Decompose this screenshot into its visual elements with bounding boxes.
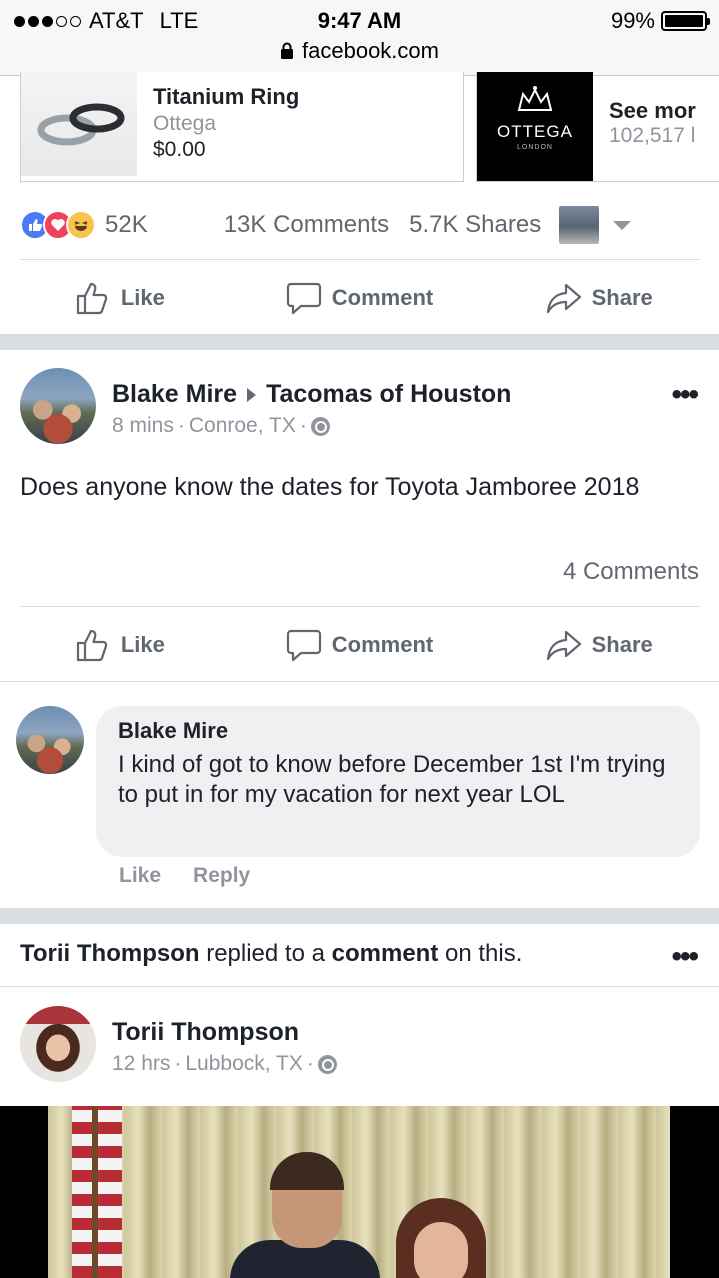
see-more-card[interactable]: OTTEGA LONDON See mor 102,517 l — [476, 72, 719, 182]
post2-meta: 12 hrs · Lubbock, TX · — [112, 1052, 337, 1076]
logo-brand-text: OTTEGA — [497, 122, 573, 141]
divider — [0, 986, 719, 987]
shares-count-link[interactable]: 5.7K Shares — [409, 211, 541, 239]
comment-bubble-icon — [286, 282, 321, 315]
post-author-name[interactable]: Blake Mire — [112, 380, 237, 409]
separator: · — [177, 414, 185, 437]
product-brand: Ottega — [153, 112, 217, 135]
lock-icon — [281, 42, 294, 59]
man-figure — [230, 1152, 380, 1278]
product-card[interactable]: Titanium Ring Ottega $0.00 — [20, 72, 464, 182]
comment-bubble: Blake Mire I kind of got to know before … — [96, 706, 700, 857]
commenter-avatar[interactable] — [16, 706, 84, 774]
battery-icon — [661, 11, 710, 31]
address-bar[interactable]: facebook.com — [0, 38, 719, 64]
product-carousel[interactable]: Titanium Ring Ottega $0.00 OTTEGA LONDON… — [0, 72, 719, 186]
thumbs-up-icon — [76, 282, 108, 315]
reaction-icons[interactable] — [20, 210, 96, 240]
comment-bubble-icon — [286, 629, 321, 662]
post2-time[interactable]: 12 hrs — [112, 1052, 170, 1076]
product-price: $0.00 — [153, 138, 206, 161]
status-bar: AT&T LTE 9:47 AM 99% facebook.com — [0, 0, 719, 76]
thumbs-up-icon — [76, 629, 108, 662]
comment-text: I kind of got to know before December 1s… — [118, 751, 666, 808]
share-label: Share — [591, 285, 653, 310]
page-thumbnail-avatar[interactable] — [559, 206, 600, 244]
see-more-title[interactable]: See mor — [609, 98, 696, 124]
post-location[interactable]: Conroe, TX — [189, 414, 296, 438]
post-video[interactable] — [0, 1106, 719, 1278]
caret-right-icon — [247, 387, 257, 402]
flagpole — [92, 1106, 98, 1278]
ring-product-image — [21, 72, 137, 176]
separator: · — [306, 1052, 314, 1075]
share-arrow-icon — [546, 283, 581, 314]
post2-author-line: Torii Thompson — [112, 1018, 299, 1047]
comment-author[interactable]: Blake Mire — [118, 718, 678, 744]
like-button[interactable]: Like — [0, 615, 240, 675]
group-name[interactable]: Tacomas of Houston — [266, 380, 511, 409]
post-text: Does anyone know the dates for Toyota Ja… — [20, 473, 640, 501]
notice-text: replied to a — [199, 940, 332, 967]
story-notice: Torii Thompson replied to a comment on t… — [20, 940, 522, 968]
like-label: Like — [120, 285, 165, 310]
divider — [20, 606, 700, 607]
divider — [20, 259, 700, 260]
action-bar-2: Like Comment Share — [0, 615, 719, 675]
globe-icon — [310, 416, 330, 436]
feed-separator — [0, 334, 719, 350]
feed-separator — [0, 908, 719, 924]
battery-percent: 99% — [610, 8, 655, 33]
like-label: Like — [120, 632, 165, 657]
url-text: facebook.com — [302, 38, 439, 63]
crown-icon — [517, 86, 553, 111]
post2-author-name[interactable]: Torii Thompson — [112, 1018, 299, 1047]
page-likes-count: 102,517 l — [609, 124, 696, 147]
comments-count-link[interactable]: 13K Comments — [224, 211, 389, 239]
more-options-button[interactable]: ••• — [671, 940, 698, 974]
post-author-line: Blake Mire Tacomas of Houston — [112, 380, 511, 409]
notice-comment-link[interactable]: comment — [332, 940, 439, 967]
post-meta: 8 mins · Conroe, TX · — [112, 414, 330, 438]
woman-figure — [396, 1198, 486, 1278]
chevron-down-icon[interactable] — [613, 220, 632, 230]
notice-text-end: on this. — [438, 940, 523, 967]
comment-actions: Like Reply — [119, 864, 250, 888]
battery-status: 99% — [610, 8, 710, 34]
post-time[interactable]: 8 mins — [112, 414, 174, 438]
globe-icon — [317, 1054, 337, 1074]
comment-like-link[interactable]: Like — [119, 864, 161, 888]
reaction-count[interactable]: 52K — [105, 211, 148, 239]
ottega-logo: OTTEGA LONDON — [477, 72, 593, 181]
divider — [0, 681, 719, 682]
post2-location[interactable]: Lubbock, TX — [185, 1052, 303, 1076]
comment-reply-link[interactable]: Reply — [193, 864, 250, 888]
share-arrow-icon — [546, 630, 581, 661]
share-button[interactable]: Share — [479, 268, 719, 328]
comment-button[interactable]: Comment — [240, 268, 480, 328]
comment-label: Comment — [331, 632, 434, 657]
like-button[interactable]: Like — [0, 268, 240, 328]
product-title[interactable]: Titanium Ring — [153, 84, 299, 110]
avatar[interactable] — [20, 368, 96, 444]
notice-user-name[interactable]: Torii Thompson — [20, 940, 200, 967]
separator: · — [174, 1052, 182, 1075]
avatar[interactable] — [20, 1006, 96, 1082]
separator: · — [299, 414, 307, 437]
logo-sub-text: LONDON — [517, 144, 553, 151]
haha-reaction-icon — [66, 210, 96, 240]
share-button[interactable]: Share — [479, 615, 719, 675]
comments-count-link[interactable]: 4 Comments — [563, 558, 699, 586]
more-options-button[interactable]: ••• — [671, 378, 698, 412]
comment-button[interactable]: Comment — [240, 615, 480, 675]
action-bar-1: Like Comment Share — [0, 268, 719, 328]
comment-label: Comment — [331, 285, 434, 310]
reactions-summary[interactable]: 52K 13K Comments 5.7K Shares — [20, 200, 700, 250]
share-label: Share — [591, 632, 653, 657]
